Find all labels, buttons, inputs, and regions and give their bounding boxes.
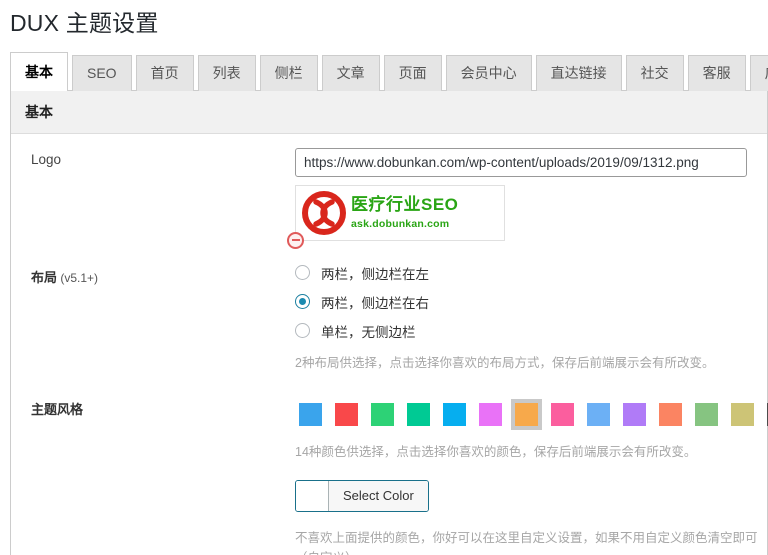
color-swatch-4[interactable] xyxy=(439,399,470,430)
color-swatch-10[interactable] xyxy=(655,399,686,430)
tab-10[interactable]: 客服 xyxy=(687,54,746,91)
tab-6[interactable]: 页面 xyxy=(383,54,442,91)
color-swatch-chip xyxy=(731,402,754,426)
layout-label-cell: 布局 (v5.1+) xyxy=(11,249,295,296)
logo-field-cell: 医疗行业SEO ask.dobunkan.com xyxy=(287,134,767,249)
logo-mark-icon xyxy=(302,190,346,235)
tab-8[interactable]: 直达链接 xyxy=(535,54,622,91)
color-swatch-9[interactable] xyxy=(619,399,650,430)
layout-option-1[interactable]: 两栏，侧边栏在右 xyxy=(295,292,767,312)
color-swatch-3[interactable] xyxy=(403,399,434,430)
logo-preview: 医疗行业SEO ask.dobunkan.com xyxy=(287,184,505,249)
color-swatch-12[interactable] xyxy=(727,399,758,430)
selected-color-preview xyxy=(296,480,329,511)
radio-icon[interactable] xyxy=(295,294,310,310)
setting-row-logo: Logo 医疗行业 xyxy=(11,134,767,249)
logo-label: Logo xyxy=(31,151,62,167)
color-swatch-list xyxy=(295,398,768,430)
logo-preview-main-text: 医疗行业SEO xyxy=(351,195,459,215)
color-swatch-chip xyxy=(371,402,394,426)
color-swatch-chip xyxy=(299,402,322,426)
layout-option-2[interactable]: 单栏，无侧边栏 xyxy=(295,321,767,341)
color-swatch-chip xyxy=(335,402,358,426)
color-swatch-chip xyxy=(587,402,610,426)
radio-icon[interactable] xyxy=(295,323,310,339)
tab-bar: 基本SEO首页列表侧栏文章页面会员中心直达链接社交客服广告位 xyxy=(0,43,768,91)
color-swatch-8[interactable] xyxy=(583,399,614,430)
color-swatch-7[interactable] xyxy=(547,399,578,430)
select-color-button-label: Select Color xyxy=(329,480,428,511)
tab-4[interactable]: 侧栏 xyxy=(259,54,318,91)
theme-options-page: DUX 主题设置 基本SEO首页列表侧栏文章页面会员中心直达链接社交客服广告位 … xyxy=(0,0,768,555)
layout-label: 布局 xyxy=(31,269,58,285)
tab-0[interactable]: 基本 xyxy=(10,51,68,91)
color-swatch-6[interactable] xyxy=(511,398,542,430)
logo-label-cell: Logo xyxy=(11,134,295,177)
theme-style-help-text: 14种颜色供选择，点击选择你喜欢的颜色，保存后前端展示会有所改变。 xyxy=(295,444,697,459)
layout-option-0[interactable]: 两栏，侧边栏在左 xyxy=(295,263,767,283)
layout-option-label: 单栏，无侧边栏 xyxy=(321,324,416,340)
logo-text-block: 医疗行业SEO ask.dobunkan.com xyxy=(351,196,458,230)
color-swatch-1[interactable] xyxy=(331,399,362,430)
tab-3[interactable]: 列表 xyxy=(197,54,256,91)
layout-option-label: 两栏，侧边栏在右 xyxy=(321,295,429,311)
theme-style-label-cell: 主题风格 xyxy=(11,381,295,428)
panel-header: 基本 xyxy=(11,90,767,134)
color-swatch-chip xyxy=(659,402,682,426)
tab-5[interactable]: 文章 xyxy=(321,54,380,91)
color-swatch-chip xyxy=(515,402,538,426)
logo-preview-sub-text: ask.dobunkan.com xyxy=(351,218,450,231)
custom-color-help-text: 不喜欢上面提供的颜色，你好可以在这里自定义设置，如果不用自定义颜色清空即可（自定… xyxy=(295,530,758,555)
color-swatch-chip xyxy=(623,402,646,426)
setting-row-layout: 布局 (v5.1+) 两栏，侧边栏在左 两栏，侧边栏在右 单栏，无侧边栏 2种布局供… xyxy=(11,249,767,381)
tab-9[interactable]: 社交 xyxy=(625,54,684,91)
theme-style-label: 主题风格 xyxy=(31,401,84,417)
tab-2[interactable]: 首页 xyxy=(135,54,194,91)
layout-help-text: 2种布局供选择，点击选择你喜欢的布局方式，保存后前端展示会有所改变。 xyxy=(295,355,715,370)
page-title: DUX 主题设置 xyxy=(10,10,159,36)
layout-option-label: 两栏，侧边栏在左 xyxy=(321,266,429,282)
tab-11[interactable]: 广告位 xyxy=(749,54,768,91)
color-swatch-chip xyxy=(407,402,430,426)
color-swatch-chip xyxy=(443,402,466,426)
settings-panel: 基本 Logo https://www.dobunkan.com/wp-cont… xyxy=(10,89,768,555)
color-swatch-chip xyxy=(479,402,502,426)
radio-icon[interactable] xyxy=(295,265,310,281)
tab-7[interactable]: 会员中心 xyxy=(445,54,532,91)
color-swatch-5[interactable] xyxy=(475,399,506,430)
layout-label-version: (v5.1+) xyxy=(57,270,99,285)
layout-field-cell: 两栏，侧边栏在左 两栏，侧边栏在右 单栏，无侧边栏 2种布局供选择，点击选择你喜欢的… xyxy=(295,249,767,381)
setting-row-theme-style: 主题风格 14种颜色供选择，点击选择你喜欢的颜色，保存后前端展示会有所改变。 S… xyxy=(11,381,768,555)
layout-radio-group: 两栏，侧边栏在左 两栏，侧边栏在右 单栏，无侧边栏 xyxy=(295,263,767,341)
color-swatch-chip xyxy=(695,402,718,426)
select-color-button[interactable]: Select Color xyxy=(295,479,429,512)
color-swatch-0[interactable] xyxy=(295,399,326,430)
theme-style-field-cell: 14种颜色供选择，点击选择你喜欢的颜色，保存后前端展示会有所改变。 Select… xyxy=(295,381,768,555)
tab-1[interactable]: SEO xyxy=(72,54,132,91)
color-swatch-11[interactable] xyxy=(691,399,722,430)
remove-logo-icon[interactable] xyxy=(287,231,304,249)
color-swatch-chip xyxy=(551,402,574,426)
tab-list: 基本SEO首页列表侧栏文章页面会员中心直达链接社交客服广告位 xyxy=(10,43,768,91)
color-swatch-13[interactable] xyxy=(763,399,768,430)
color-swatch-2[interactable] xyxy=(367,399,398,430)
panel-body: Logo 医疗行业 xyxy=(11,134,768,555)
logo-url-input[interactable] xyxy=(295,147,747,177)
